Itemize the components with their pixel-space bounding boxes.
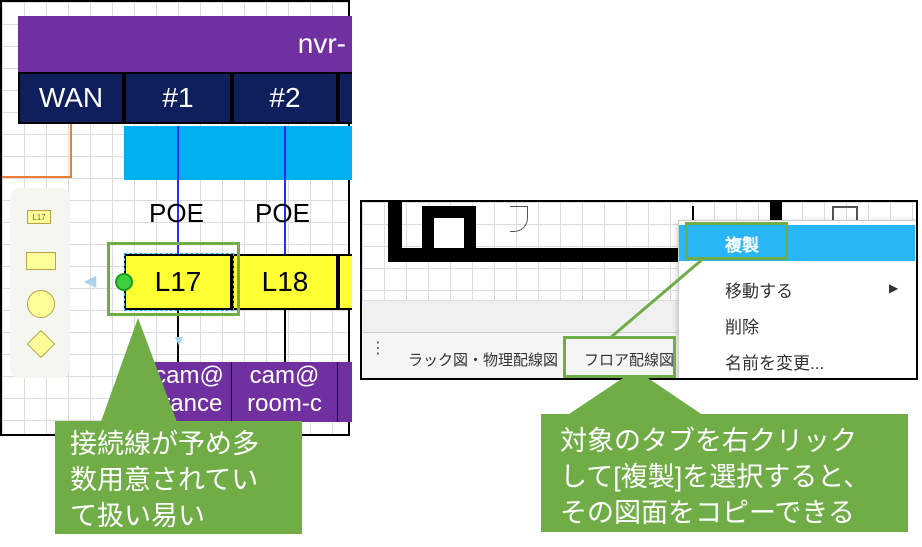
right-callout-line-2: して[複製]を選択すると、 [560, 462, 871, 492]
right-callout-line-3: その図面をコピーできる [560, 498, 855, 528]
right-callout: 対象のタブを右クリック して[複製]を選択すると、 その図面をコピーできる [541, 414, 908, 532]
right-callout-line-1: 対象のタブを右クリック [560, 426, 857, 456]
